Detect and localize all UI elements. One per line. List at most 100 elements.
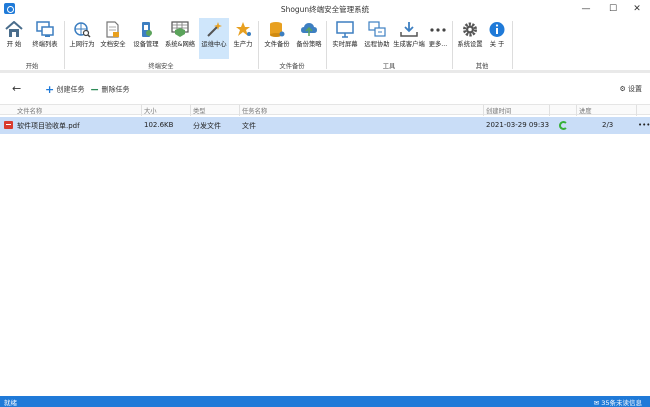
tool-label: 终端列表 (32, 41, 58, 48)
col-header-size[interactable]: 大小 (144, 106, 157, 115)
tool-system-network[interactable]: 系统&网络 (163, 18, 197, 59)
group-label-file-backup: 文件备份 (279, 63, 305, 70)
cell-size: 102.6KB (144, 121, 174, 129)
mail-icon: ✉ (593, 399, 600, 407)
column-divider[interactable] (190, 105, 191, 116)
gear-icon (463, 22, 477, 37)
screen-icon (336, 21, 354, 38)
tool-productivity[interactable]: 生产力 (231, 18, 255, 59)
minimize-button[interactable]: — (573, 0, 599, 18)
col-header-created[interactable]: 创建时间 (486, 106, 511, 115)
tool-gen-client[interactable]: 生成客户端 (392, 18, 426, 59)
group-label-start: 开始 (25, 63, 39, 70)
tool-remote-assist[interactable]: 远程协助 (362, 18, 392, 59)
globe-search-icon (74, 22, 91, 38)
window-title: Shogun终端安全管理系统 (280, 5, 370, 14)
cloud-upload-icon (301, 23, 317, 36)
tool-label: 设备管理 (133, 41, 159, 48)
unread-messages-label: 35条未读信息 (601, 399, 642, 407)
table-row[interactable]: 软件项目验收单.pdf 102.6KB 分发文件 文件 2021-03-29 0… (0, 117, 650, 134)
column-divider[interactable] (141, 105, 142, 116)
column-divider[interactable] (576, 105, 577, 116)
settings-button[interactable]: ⚙ 设置 (619, 84, 642, 94)
task-toolbar: ← + 创建任务 − 删除任务 ⚙ 设置 (0, 78, 650, 100)
group-label-tools: 工具 (382, 63, 396, 70)
table-header: 文件名称 大小 类型 任务名称 创建时间 进度 (0, 104, 650, 116)
tool-system-settings[interactable]: 系统设置 (455, 18, 485, 59)
col-header-progress[interactable]: 进度 (579, 106, 592, 115)
tool-device-mgmt[interactable]: 设备管理 (131, 18, 161, 59)
tool-realtime-screen[interactable]: 实时屏幕 (330, 18, 360, 59)
device-icon (142, 22, 152, 37)
tool-home[interactable]: 开 始 (3, 18, 25, 59)
tool-about[interactable]: 关 于 (486, 18, 508, 59)
info-icon (489, 22, 505, 37)
database-icon (270, 22, 285, 37)
tool-label: 备份策略 (296, 41, 322, 48)
tool-label: 远程协助 (364, 41, 390, 48)
document-lock-icon (106, 21, 119, 38)
create-task-button[interactable]: + 创建任务 (45, 83, 84, 96)
tool-label: 生产力 (233, 41, 253, 48)
tool-label: 运维中心 (201, 41, 227, 48)
tool-more[interactable]: 更多... (427, 18, 449, 59)
maximize-button[interactable]: ☐ (600, 0, 626, 18)
tool-terminal-list[interactable]: 终端列表 (30, 18, 60, 59)
tool-label: 更多... (428, 41, 448, 48)
gear-icon: ⚙ (619, 85, 626, 93)
tool-label: 文档安全 (100, 41, 126, 48)
column-divider[interactable] (636, 105, 637, 116)
col-header-file-name[interactable]: 文件名称 (17, 106, 42, 115)
create-task-label: 创建任务 (56, 85, 85, 94)
star-stars-icon (236, 22, 251, 36)
tool-label: 系统设置 (457, 41, 483, 48)
magic-wand-icon (207, 22, 222, 37)
download-tray-icon (400, 22, 418, 37)
pdf-file-icon (4, 121, 13, 129)
tool-backup-strategy[interactable]: 备份策略 (294, 18, 324, 59)
back-button[interactable]: ← (12, 82, 21, 95)
tool-label: 文件备份 (264, 41, 290, 48)
settings-label: 设置 (628, 85, 642, 93)
col-header-task-name[interactable]: 任务名称 (242, 106, 267, 115)
tool-doc-security[interactable]: 文档安全 (98, 18, 128, 59)
title-bar: Shogun终端安全管理系统 — ☐ ✕ (0, 0, 650, 18)
cell-type: 分发文件 (193, 122, 221, 130)
row-more-button[interactable]: ••• (638, 121, 650, 129)
cell-file-name: 软件项目验收单.pdf (17, 122, 80, 130)
home-icon (5, 21, 23, 37)
delete-task-button[interactable]: − 删除任务 (90, 83, 129, 96)
tool-label: 实时屏幕 (332, 41, 358, 48)
more-dots-icon (430, 28, 446, 32)
status-bar: 就绪 ✉ 35条未读信息 (0, 396, 650, 407)
tool-label: 生成客户端 (393, 41, 425, 48)
tool-label: 开 始 (6, 41, 22, 48)
tool-ops-center[interactable]: 运维中心 (199, 18, 229, 59)
cell-progress: 2/3 (602, 121, 614, 129)
cell-task-name: 文件 (242, 122, 256, 130)
tool-web-behavior[interactable]: 上网行为 (68, 18, 96, 59)
ribbon-divider (0, 70, 650, 73)
group-label-terminal-security: 终端安全 (148, 63, 174, 70)
column-divider[interactable] (483, 105, 484, 116)
tool-label: 关 于 (489, 41, 505, 48)
tool-label: 系统&网络 (164, 41, 196, 48)
group-label-other: 其他 (475, 63, 489, 70)
cell-created: 2021-03-29 09:33 (486, 121, 550, 129)
column-divider[interactable] (549, 105, 550, 116)
progress-spinner-icon (559, 121, 568, 130)
column-divider[interactable] (239, 105, 240, 116)
tool-file-backup[interactable]: 文件备份 (262, 18, 292, 59)
group-divider (512, 21, 513, 69)
ribbon: 开 始 终端列表 上网行为 文档安全 设备管理 系统&网络 运维中心 生产力 文… (0, 18, 650, 70)
minus-icon: − (90, 83, 100, 96)
shield-network-icon (171, 21, 189, 37)
unread-messages[interactable]: ✉ 35条未读信息 (594, 397, 642, 407)
plus-icon: + (45, 83, 55, 96)
remote-icon (368, 21, 386, 37)
tool-label: 上网行为 (69, 41, 95, 48)
status-text: 就绪 (4, 399, 17, 407)
delete-task-label: 删除任务 (101, 85, 130, 94)
close-button[interactable]: ✕ (624, 0, 650, 18)
col-header-type[interactable]: 类型 (193, 106, 206, 115)
